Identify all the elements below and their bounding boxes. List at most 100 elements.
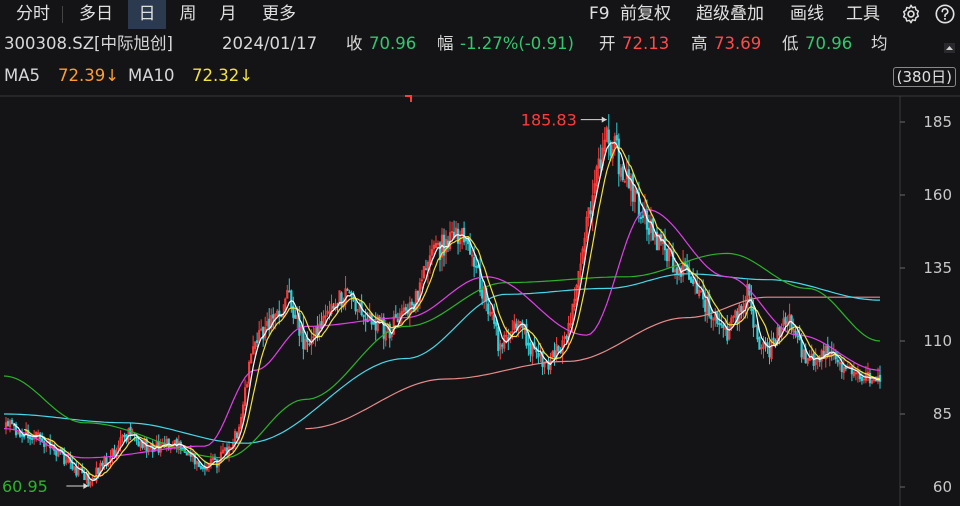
candle-body (181, 447, 184, 450)
candle-body (599, 159, 602, 169)
candle-body (609, 144, 612, 156)
top-toolbar: 分时 多日 日 周 月 更多 F9 前复权 超级叠加 画线 工具 (0, 0, 960, 29)
candle-body (874, 379, 878, 382)
tab-weekly[interactable]: 周 (170, 0, 206, 29)
y-tick-label: 60 (933, 478, 952, 496)
ma60-line (3, 252, 881, 459)
candle-body (527, 342, 530, 346)
candle-body (6, 421, 10, 427)
ma10-value: 72.32↓ (192, 66, 254, 85)
tab-more[interactable]: 更多 (252, 0, 306, 29)
open-label: 开 (599, 34, 616, 53)
candle-body (720, 323, 723, 326)
candle-body (113, 449, 116, 457)
candle-body (704, 299, 707, 312)
high-value: 73.69 (714, 34, 762, 53)
candle-body (647, 227, 651, 235)
candle-body (197, 461, 200, 468)
candle-body (665, 248, 669, 262)
candle-body (268, 318, 271, 329)
candle-body (493, 314, 496, 325)
candle-body (784, 316, 787, 325)
candle-body (41, 438, 44, 442)
candle-body (404, 307, 407, 311)
candle-body (641, 215, 645, 218)
scroll-up-icon[interactable] (944, 43, 955, 53)
candle-body (29, 436, 32, 440)
tab-intraday[interactable]: 分时 (8, 0, 58, 29)
candle-body (675, 267, 679, 275)
candle-body (416, 290, 419, 301)
candle-body (374, 322, 377, 331)
change-label: 幅 (437, 34, 454, 53)
candle-body (83, 473, 86, 481)
low-value: 70.96 (805, 34, 853, 53)
event-marker-icon (405, 95, 412, 102)
divider (62, 6, 63, 23)
candle-body (332, 306, 335, 309)
ma-row: MA5 72.39↓ MA10 72.32↓ (0, 65, 960, 87)
close-label: 收 (346, 34, 363, 53)
candle-body (31, 438, 34, 440)
help-icon[interactable] (934, 3, 956, 25)
candle-body (256, 340, 259, 344)
candle-body (354, 301, 357, 312)
candle-body (320, 321, 323, 329)
candle-body (495, 322, 498, 327)
super-overlay-button[interactable]: 超级叠加 (696, 0, 764, 29)
stock-code: 300308.SZ[中际旭创] (4, 34, 173, 53)
quote-row: 300308.SZ[中际旭创] 2024/01/17 收 70.96 幅 -1.… (0, 33, 960, 55)
gear-icon[interactable] (900, 3, 922, 25)
tab-monthly[interactable]: 月 (210, 0, 246, 29)
tab-daily[interactable]: 日 (128, 0, 166, 29)
tools-button[interactable]: 工具 (846, 0, 880, 29)
y-tick-label: 160 (923, 186, 952, 204)
y-tick-label: 135 (923, 259, 952, 277)
candle-body (201, 467, 205, 469)
avg-label: 均 (871, 34, 888, 53)
candle-body (396, 319, 399, 323)
candle-body (589, 210, 592, 215)
candle-body (692, 279, 695, 284)
candle-body (772, 337, 775, 341)
candle-body (756, 324, 759, 340)
high-label: 高 (691, 34, 708, 53)
candle-body (75, 466, 78, 476)
candle-body (20, 434, 24, 437)
f9-button[interactable]: F9 (589, 0, 610, 29)
candle-body (137, 441, 140, 447)
quote-date: 2024/01/17 (222, 34, 318, 53)
high-price-label: 185.83 (521, 111, 577, 130)
candle-body (758, 337, 761, 350)
forward-adjust-button[interactable]: 前复权 (620, 0, 671, 29)
candle-body (836, 359, 839, 363)
candle-body (22, 435, 26, 438)
candle-body (497, 326, 500, 351)
tab-multi-day[interactable]: 多日 (70, 0, 122, 29)
candle-body (607, 129, 610, 144)
candle-body (340, 292, 343, 307)
candle-body (487, 303, 490, 315)
candle-body (690, 276, 693, 283)
candle-body (617, 138, 620, 175)
candle-body (515, 323, 518, 329)
candle-body (740, 306, 743, 312)
candle-body (272, 314, 275, 319)
candle-body (280, 315, 283, 318)
candle-body (473, 257, 476, 267)
days-range-button[interactable]: (380日) (892, 67, 956, 87)
candle-body (290, 290, 293, 309)
candle-body (364, 318, 367, 321)
candle-body (768, 347, 771, 358)
candle-body (394, 314, 397, 319)
candle-body (631, 174, 634, 202)
candle-body (362, 314, 365, 318)
candle-body (372, 321, 375, 325)
draw-line-button[interactable]: 画线 (790, 0, 824, 29)
candle-body (424, 268, 428, 271)
ma5-label: MA5 (4, 66, 41, 85)
candle-body (778, 326, 781, 336)
candle-body (537, 352, 540, 358)
candle-body (346, 289, 349, 291)
candle-body (621, 166, 624, 181)
